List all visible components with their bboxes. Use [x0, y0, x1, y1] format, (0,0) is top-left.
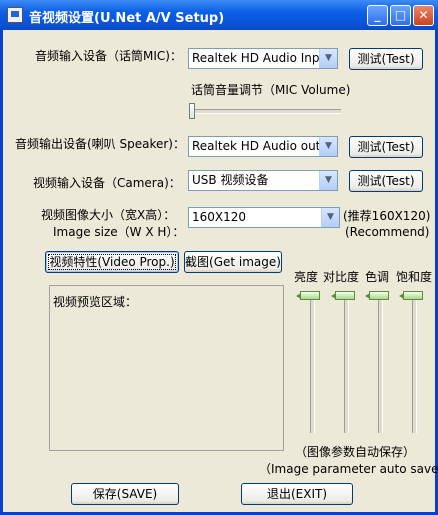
save-button[interactable]: 保存(SAVE) — [71, 483, 179, 505]
hue-label: 色调 — [365, 270, 390, 284]
test-audio-output-button[interactable]: 测试(Test) — [349, 136, 423, 158]
video-prop-button[interactable]: 视频特性(Video Prop.) — [45, 251, 179, 273]
saturation-track[interactable] — [412, 293, 417, 433]
contrast-track[interactable] — [344, 293, 349, 433]
minimize-button[interactable]: _ — [367, 5, 388, 26]
audio-output-label: 音频输出设备(喇叭 Speaker)： — [15, 137, 185, 151]
maximize-button[interactable]: □ — [390, 5, 411, 26]
test-audio-input-button[interactable]: 测试(Test) — [349, 48, 423, 70]
saturation-label: 饱和度 — [396, 270, 433, 284]
chevron-down-icon[interactable]: ▼ — [319, 137, 337, 156]
hue-track[interactable] — [378, 293, 383, 433]
chevron-down-icon[interactable]: ▼ — [319, 49, 337, 68]
mic-volume-track[interactable] — [193, 109, 341, 114]
chevron-down-icon[interactable]: ▼ — [321, 208, 339, 227]
exit-button[interactable]: 退出(EXIT) — [241, 483, 353, 505]
video-input-value: USB 视频设备 — [192, 173, 269, 187]
image-size-value: 160X120 — [192, 210, 247, 224]
image-size-hint-cn: (推荐160X120) — [343, 209, 431, 223]
image-size-hint-en: (Recommend) — [345, 225, 430, 239]
image-size-label-cn: 视频图像大小（宽X高）： — [41, 208, 176, 222]
contrast-thumb[interactable] — [331, 291, 355, 300]
window-title: 音视频设置(U.Net A/V Setup) — [29, 11, 225, 26]
audio-input-label: 音频输入设备（话筒MIC)： — [35, 49, 182, 63]
title-bar[interactable]: 音视频设置(U.Net A/V Setup) _ □ ✕ — [0, 0, 438, 30]
app-icon — [7, 7, 23, 23]
av-setup-window: 音视频设置(U.Net A/V Setup) _ □ ✕ 音频输入设备（话筒MI… — [0, 0, 438, 515]
test-video-input-button[interactable]: 测试(Test) — [349, 170, 423, 192]
auto-save-note-en: （Image parameter auto save） — [259, 462, 438, 476]
contrast-label: 对比度 — [323, 270, 360, 284]
preview-label: 视频预览区域： — [53, 295, 138, 309]
audio-input-value: Realtek HD Audio Input — [192, 51, 332, 65]
video-input-label: 视频输入设备（Camera)： — [33, 176, 181, 190]
close-button[interactable]: ✕ — [413, 5, 434, 26]
mic-volume-label: 话筒音量调节（MIC Volume) — [191, 83, 351, 97]
get-image-button[interactable]: 截图(Get image) — [184, 251, 282, 273]
brightness-thumb[interactable] — [296, 291, 320, 300]
image-size-label-en: Image size（W X H）： — [53, 225, 185, 239]
video-prop-label: 视频特性(Video Prop.) — [48, 254, 176, 270]
mic-volume-thumb[interactable] — [189, 103, 195, 119]
audio-output-value: Realtek HD Audio output — [192, 139, 338, 153]
chevron-down-icon[interactable]: ▼ — [319, 171, 337, 190]
image-size-select[interactable]: 160X120 ▼ — [188, 207, 340, 228]
video-input-select[interactable]: USB 视频设备 ▼ — [188, 170, 338, 191]
audio-input-select[interactable]: Realtek HD Audio Input ▼ — [188, 48, 338, 69]
hue-thumb[interactable] — [365, 291, 389, 300]
brightness-track[interactable] — [310, 293, 315, 433]
audio-output-select[interactable]: Realtek HD Audio output ▼ — [188, 136, 338, 157]
auto-save-note-cn: （图像参数自动保存） — [295, 445, 416, 459]
video-preview-area: 视频预览区域： — [49, 285, 284, 451]
saturation-thumb[interactable] — [399, 291, 423, 300]
brightness-label: 亮度 — [294, 270, 319, 284]
